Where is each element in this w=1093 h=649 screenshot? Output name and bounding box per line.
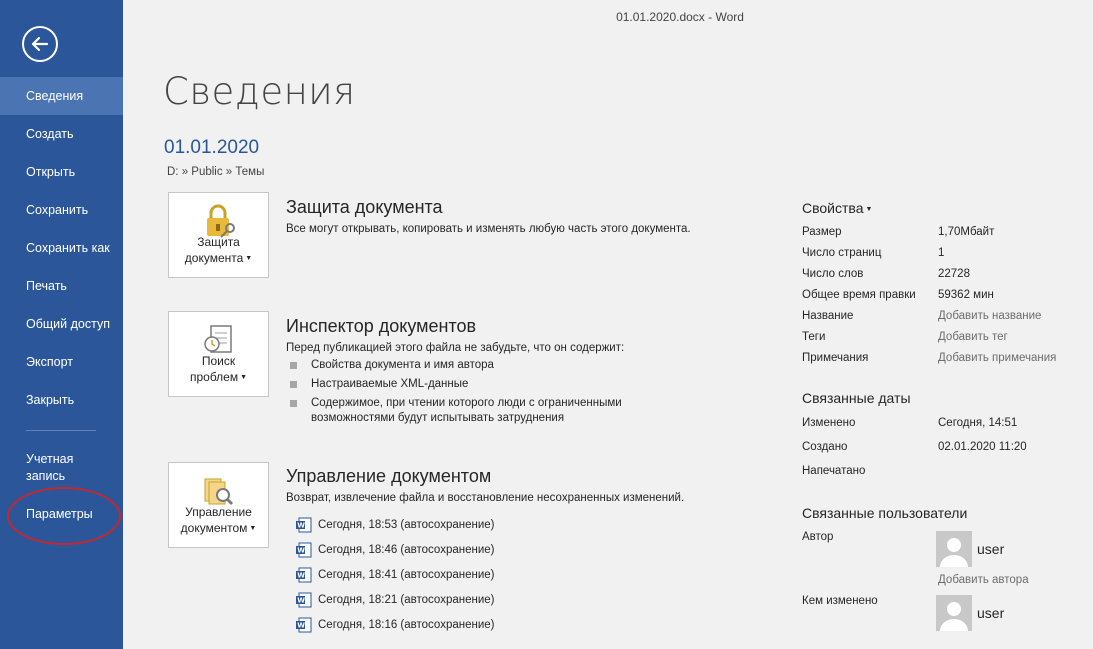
- author-user[interactable]: user: [936, 531, 1004, 567]
- nav-export[interactable]: Экспорт: [0, 343, 123, 381]
- protect-document-button[interactable]: Защита документа ▼: [168, 192, 269, 278]
- word-document-icon: W: [296, 542, 312, 557]
- list-item: Содержимое, при чтении которого люди с о…: [290, 396, 670, 426]
- inspect-section-title: Инспектор документов: [286, 316, 477, 336]
- svg-text:W: W: [297, 621, 305, 629]
- word-document-icon: W: [296, 567, 312, 582]
- nav-save-as[interactable]: Сохранить как: [0, 229, 123, 267]
- nav-new[interactable]: Создать: [0, 115, 123, 153]
- autosave-version-list: W Сегодня, 18:53 (автосохранение) W Сего…: [296, 512, 495, 637]
- protect-section-title: Защита документа: [286, 197, 443, 217]
- add-title-field[interactable]: Добавить название: [938, 310, 1041, 322]
- property-row: Общее время правки 59362 мин: [802, 289, 994, 301]
- list-item: Настраиваемые XML-данные: [290, 377, 670, 392]
- arrow-left-icon: [31, 36, 49, 52]
- document-name: 01.01.2020: [164, 137, 260, 158]
- autosave-version-item[interactable]: W Сегодня, 18:53 (автосохранение): [296, 512, 495, 537]
- autosave-version-item[interactable]: W Сегодня, 18:16 (автосохранение): [296, 612, 495, 637]
- nav-share[interactable]: Общий доступ: [0, 305, 123, 343]
- nav-info[interactable]: Сведения: [0, 77, 123, 115]
- manage-document-icon: [204, 478, 233, 506]
- word-document-icon: W: [296, 617, 312, 632]
- svg-text:W: W: [297, 521, 305, 529]
- inspect-section-desc: Перед публикацией этого файла не забудьт…: [286, 342, 625, 354]
- nav-close[interactable]: Закрыть: [0, 381, 123, 419]
- autosave-version-item[interactable]: W Сегодня, 18:46 (автосохранение): [296, 537, 495, 562]
- word-document-icon: W: [296, 592, 312, 607]
- lock-key-icon: [206, 204, 235, 238]
- chevron-down-icon: ▼: [249, 525, 257, 532]
- date-row: Изменено Сегодня, 14:51: [802, 417, 1018, 429]
- page-title: Сведения: [163, 70, 356, 113]
- property-row: Число слов 22728: [802, 268, 970, 280]
- chevron-down-icon: ▼: [865, 206, 873, 213]
- inspect-bullet-list: Свойства документа и имя автора Настраив…: [290, 358, 670, 430]
- word-document-icon: W: [296, 517, 312, 532]
- autosave-version-item[interactable]: W Сегодня, 18:21 (автосохранение): [296, 587, 495, 612]
- property-row: Примечания Добавить примечания: [802, 352, 1057, 364]
- date-row: Создано 02.01.2020 11:20: [802, 441, 1027, 453]
- avatar: [936, 595, 972, 631]
- nav-account[interactable]: Учетная запись: [0, 451, 90, 491]
- property-row: Теги Добавить тег: [802, 331, 1008, 343]
- back-button[interactable]: [22, 26, 58, 62]
- protect-section-desc: Все могут открывать, копировать и изменя…: [286, 223, 691, 235]
- related-dates-title: Связанные даты: [802, 390, 911, 406]
- modified-by-user[interactable]: user: [936, 595, 1004, 631]
- backstage-sidebar: Сведения Создать Открыть Сохранить Сохра…: [0, 0, 123, 649]
- svg-text:W: W: [297, 571, 305, 579]
- property-row: Число страниц 1: [802, 247, 945, 259]
- chevron-down-icon: ▼: [245, 255, 253, 262]
- manage-document-button[interactable]: Управление документом ▼: [168, 462, 269, 548]
- avatar: [936, 531, 972, 567]
- manage-section-desc: Возврат, извлечение файла и восстановлен…: [286, 492, 685, 504]
- options-highlight-ellipse: [7, 487, 121, 545]
- nav-print[interactable]: Печать: [0, 267, 123, 305]
- related-people-title: Связанные пользователи: [802, 505, 968, 521]
- check-for-issues-button[interactable]: Поиск проблем ▼: [168, 311, 269, 397]
- add-tag-field[interactable]: Добавить тег: [938, 331, 1008, 343]
- property-row: Название Добавить название: [802, 310, 1042, 322]
- window-title: 01.01.2020.docx - Word: [616, 10, 744, 24]
- svg-text:W: W: [297, 546, 305, 554]
- properties-dropdown[interactable]: Свойства ▼: [802, 200, 872, 216]
- chevron-down-icon: ▼: [240, 374, 248, 381]
- nav-save[interactable]: Сохранить: [0, 191, 123, 229]
- add-comments-field[interactable]: Добавить примечания: [938, 352, 1056, 364]
- autosave-version-item[interactable]: W Сегодня, 18:41 (автосохранение): [296, 562, 495, 587]
- manage-section-title: Управление документом: [286, 466, 492, 486]
- add-author-link[interactable]: Добавить автора: [938, 574, 1029, 586]
- property-row: Размер 1,70Мбайт: [802, 226, 995, 238]
- inspect-document-icon: [203, 325, 232, 353]
- svg-text:W: W: [297, 596, 305, 604]
- nav-divider: [26, 430, 96, 431]
- list-item: Свойства документа и имя автора: [290, 358, 670, 373]
- date-row: Напечатано: [802, 465, 866, 477]
- document-path[interactable]: D: » Public » Темы: [167, 166, 264, 178]
- nav-open[interactable]: Открыть: [0, 153, 123, 191]
